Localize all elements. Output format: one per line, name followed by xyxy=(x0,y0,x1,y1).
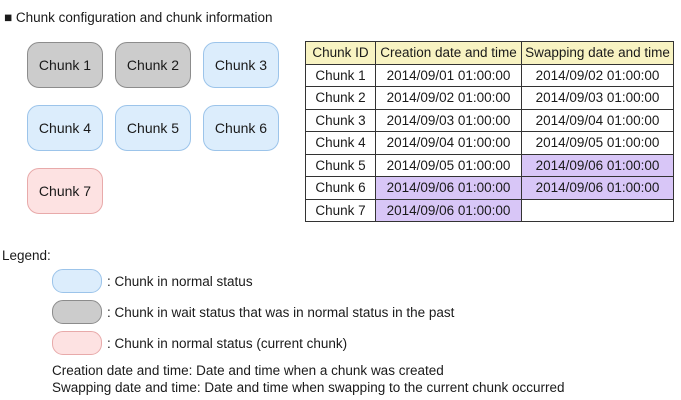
legend-title: Legend: xyxy=(2,248,51,263)
cell-chunk-id: Chunk 2 xyxy=(305,86,376,110)
chunk-label: Chunk 5 xyxy=(126,120,180,136)
cell-creation: 2014/09/02 01:00:00 xyxy=(375,86,522,110)
cell-creation: 2014/09/03 01:00:00 xyxy=(375,108,522,132)
chunk-label: Chunk 7 xyxy=(38,183,92,199)
cell-chunk-id: Chunk 1 xyxy=(305,63,376,87)
cell-swapping: 2014/09/03 01:00:00 xyxy=(521,86,674,110)
cell-creation: 2014/09/06 01:00:00 xyxy=(375,176,522,200)
table-header-row: Chunk ID Creation date and time Swapping… xyxy=(305,41,674,65)
chunk-box-3: Chunk 3 xyxy=(203,42,279,88)
chunk-label: Chunk 3 xyxy=(214,57,268,73)
cell-swapping: 2014/09/04 01:00:00 xyxy=(521,108,674,132)
legend-text-wait: : Chunk in wait status that was in norma… xyxy=(107,305,455,320)
chunk-label: Chunk 4 xyxy=(38,120,92,136)
cell-swapping: 2014/09/06 01:00:00 xyxy=(521,176,674,200)
table-row: Chunk 7 2014/09/06 01:00:00 xyxy=(305,198,674,222)
cell-swapping: 2014/09/06 01:00:00 xyxy=(521,153,674,177)
chunk-info-table: Chunk ID Creation date and time Swapping… xyxy=(305,41,674,222)
chunk-label: Chunk 1 xyxy=(38,57,92,73)
table-row: Chunk 1 2014/09/01 01:00:00 2014/09/02 0… xyxy=(305,63,674,87)
chunk-box-1: Chunk 1 xyxy=(27,42,103,88)
table-row: Chunk 4 2014/09/04 01:00:00 2014/09/05 0… xyxy=(305,131,674,155)
legend-note-swapping: Swapping date and time: Date and time wh… xyxy=(52,380,565,395)
table-row: Chunk 6 2014/09/06 01:00:00 2014/09/06 0… xyxy=(305,176,674,200)
header-swapping-date: Swapping date and time xyxy=(521,41,674,65)
cell-chunk-id: Chunk 6 xyxy=(305,176,376,200)
cell-chunk-id: Chunk 3 xyxy=(305,108,376,132)
cell-creation: 2014/09/01 01:00:00 xyxy=(375,63,522,87)
cell-creation: 2014/09/04 01:00:00 xyxy=(375,131,522,155)
header-creation-date: Creation date and time xyxy=(375,41,522,65)
table-row: Chunk 2 2014/09/02 01:00:00 2014/09/03 0… xyxy=(305,86,674,110)
cell-creation: 2014/09/06 01:00:00 xyxy=(375,198,522,222)
legend-swatch-current xyxy=(52,331,102,355)
cell-chunk-id: Chunk 7 xyxy=(305,198,376,222)
header-chunk-id: Chunk ID xyxy=(305,41,376,65)
cell-chunk-id: Chunk 5 xyxy=(305,153,376,177)
cell-swapping xyxy=(521,198,674,222)
cell-swapping: 2014/09/05 01:00:00 xyxy=(521,131,674,155)
cell-swapping: 2014/09/02 01:00:00 xyxy=(521,63,674,87)
legend-swatch-wait xyxy=(52,300,102,324)
legend-swatch-normal xyxy=(52,269,102,293)
chunk-label: Chunk 2 xyxy=(126,57,180,73)
chunk-label: Chunk 6 xyxy=(214,120,268,136)
chunk-box-5: Chunk 5 xyxy=(115,105,191,151)
chunk-box-2: Chunk 2 xyxy=(115,42,191,88)
chunk-box-4: Chunk 4 xyxy=(27,105,103,151)
cell-creation: 2014/09/05 01:00:00 xyxy=(375,153,522,177)
chunk-box-7: Chunk 7 xyxy=(27,168,103,214)
cell-chunk-id: Chunk 4 xyxy=(305,131,376,155)
table-row: Chunk 3 2014/09/03 01:00:00 2014/09/04 0… xyxy=(305,108,674,132)
legend-text-normal: : Chunk in normal status xyxy=(107,274,253,289)
legend-note-creation: Creation date and time: Date and time wh… xyxy=(52,363,444,378)
diagram-heading: ■ Chunk configuration and chunk informat… xyxy=(4,10,273,25)
legend-text-current: : Chunk in normal status (current chunk) xyxy=(107,336,348,351)
table-row: Chunk 5 2014/09/05 01:00:00 2014/09/06 0… xyxy=(305,153,674,177)
chunk-box-6: Chunk 6 xyxy=(203,105,279,151)
